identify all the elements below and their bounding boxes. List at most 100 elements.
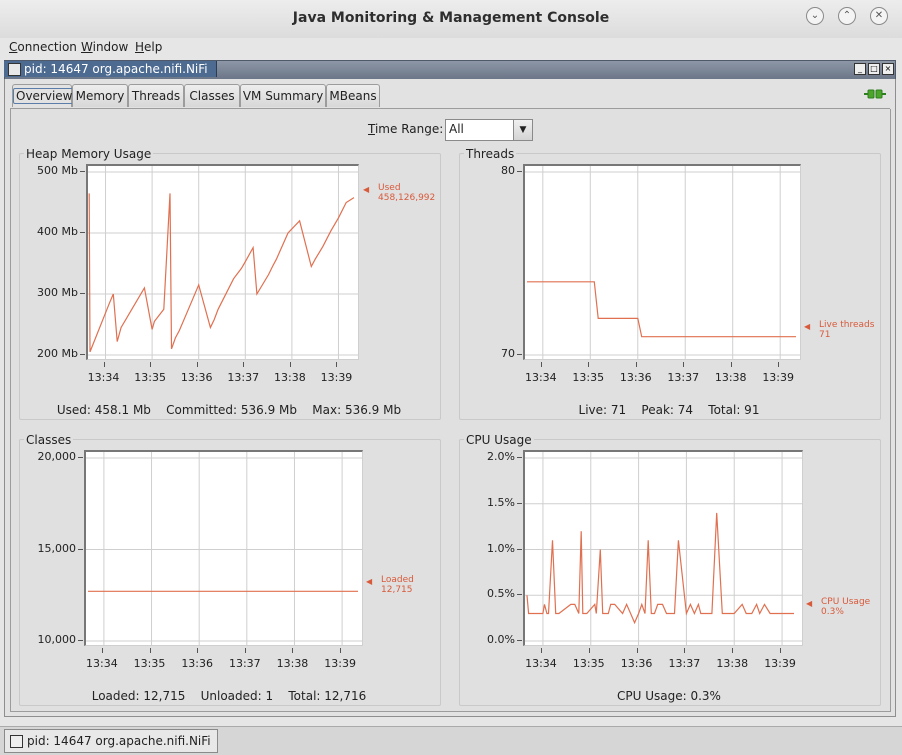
y-tick-label: 80: [501, 164, 515, 177]
classes-chart: [84, 450, 363, 646]
menu-bar: Connection Window Help: [0, 38, 902, 58]
x-tick-label: 13:36: [620, 657, 653, 670]
tab-overview[interactable]: Overview: [12, 84, 76, 107]
classes-summary: Loaded: 12,715 Unloaded: 1 Total: 12,716: [91, 689, 367, 703]
y-tick-label: 1.5%: [487, 495, 515, 509]
x-tick-label: 13:34: [86, 657, 118, 670]
iconify-icon[interactable]: _: [854, 63, 866, 75]
classes-loaded-annotation: ◀ Loaded 12,715: [366, 575, 414, 595]
threads-live-annotation: ◀ Live threads 71: [804, 320, 875, 340]
x-tick-label: 13:38: [714, 371, 747, 384]
cpu-usage-chart: [523, 450, 803, 646]
tab-mbeans[interactable]: MBeans: [326, 84, 380, 107]
heap-used-annotation: ◀ Used 458,126,992: [363, 183, 436, 203]
taskbar-window-label: pid: 14647 org.apache.nifi.NiFi: [27, 734, 211, 748]
x-tick-mark: [150, 362, 152, 367]
x-tick-label: 13:38: [274, 371, 306, 384]
x-tick-mark: [732, 648, 734, 653]
y-tick-mark: [517, 354, 522, 355]
y-tick-mark: [78, 457, 83, 458]
x-tick-label: 13:36: [181, 657, 214, 670]
x-tick-label: 13:37: [668, 657, 701, 670]
x-tick-mark: [635, 362, 637, 367]
y-tick-mark: [517, 502, 522, 504]
y-tick-mark: [517, 548, 522, 550]
restore-icon[interactable]: □: [868, 63, 880, 75]
taskbar-window-item[interactable]: pid: 14647 org.apache.nifi.NiFi: [4, 729, 218, 753]
tab-threads[interactable]: Threads: [128, 84, 184, 107]
minimize-icon[interactable]: ⌄: [806, 7, 824, 25]
threads-chart: [523, 164, 801, 360]
series-line-cpu-usage: [526, 512, 794, 625]
x-tick-label: 13:39: [762, 371, 795, 384]
time-range-label: Time Range:: [368, 122, 444, 136]
tab-memory[interactable]: Memory: [72, 84, 128, 107]
y-tick-mark: [78, 548, 83, 550]
y-tick-label: 0.0%: [487, 633, 515, 646]
x-tick-label: 13:39: [764, 657, 796, 670]
x-tick-label: 13:37: [227, 371, 260, 384]
internal-frame-title[interactable]: pid: 14647 org.apache.nifi.NiFi: [4, 61, 217, 77]
x-tick-mark: [588, 648, 590, 653]
chevron-down-icon[interactable]: ▼: [513, 120, 532, 140]
time-range-select[interactable]: All ▼: [445, 119, 533, 141]
y-tick-label: 400 Mb: [37, 225, 78, 238]
heap-memory-summary: Used: 458.1 Mb Committed: 536.9 Mb Max: …: [56, 403, 402, 417]
time-range-value: All: [449, 122, 464, 136]
x-tick-mark: [103, 362, 105, 367]
y-tick-label: 1.0%: [487, 541, 515, 555]
menu-help[interactable]: Help: [135, 40, 162, 54]
x-tick-mark: [730, 362, 732, 367]
x-tick-label: 13:38: [716, 657, 749, 670]
x-tick-mark: [244, 648, 246, 653]
java-app-icon: [8, 63, 21, 76]
x-tick-mark: [336, 362, 338, 367]
x-tick-label: 13:39: [320, 371, 353, 384]
window-titlebar: Java Monitoring & Management Console ⌄ ⌃…: [0, 0, 902, 39]
taskbar: pid: 14647 org.apache.nifi.NiFi: [0, 726, 902, 755]
pointer-arrow-icon: ◀: [366, 577, 373, 586]
maximize-icon[interactable]: ⌃: [838, 7, 856, 25]
x-tick-mark: [684, 648, 686, 653]
y-tick-label: 20,000: [37, 450, 77, 463]
x-tick-mark: [197, 648, 199, 653]
connected-plug-icon: [864, 89, 886, 99]
tab-classes[interactable]: Classes: [184, 84, 240, 107]
x-tick-mark: [540, 648, 542, 653]
menu-connection[interactable]: Connection: [9, 40, 77, 54]
x-tick-label: 13:37: [228, 657, 261, 670]
cpu-usage-annotation: ◀ CPU Usage 0.3%: [806, 597, 871, 617]
y-tick-mark: [517, 171, 522, 172]
close-icon[interactable]: ✕: [870, 7, 888, 25]
x-tick-label: 13:36: [619, 371, 652, 384]
y-tick-mark: [80, 232, 85, 233]
close-frame-icon[interactable]: ×: [882, 63, 894, 75]
x-tick-label: 13:36: [180, 371, 213, 384]
y-tick-label: 70: [501, 347, 515, 360]
x-tick-label: 13:34: [524, 371, 557, 384]
y-tick-label: 10,000: [37, 633, 77, 646]
pointer-arrow-icon: ◀: [363, 185, 370, 194]
pointer-arrow-icon: ◀: [806, 599, 813, 608]
x-tick-label: 13:34: [525, 657, 557, 670]
y-tick-label: 2.0%: [487, 450, 515, 463]
x-tick-label: 13:38: [276, 657, 309, 670]
x-tick-mark: [289, 362, 291, 367]
y-tick-mark: [517, 594, 522, 596]
y-tick-mark: [517, 640, 522, 641]
y-tick-label: 300 Mb: [37, 286, 78, 299]
java-app-icon: [10, 735, 23, 748]
tab-vm-summary[interactable]: VM Summary: [240, 84, 326, 107]
cpu-usage-title: CPU Usage: [464, 433, 534, 447]
heap-memory-title: Heap Memory Usage: [24, 147, 154, 161]
y-tick-label: 200 Mb: [37, 347, 78, 360]
window-title: Java Monitoring & Management Console: [292, 10, 610, 26]
x-tick-mark: [636, 648, 638, 653]
threads-title: Threads: [464, 147, 517, 161]
x-tick-label: 13:35: [133, 657, 166, 670]
x-tick-mark: [780, 648, 782, 653]
x-tick-mark: [101, 648, 103, 653]
x-tick-label: 13:35: [572, 371, 605, 384]
menu-window[interactable]: Window: [81, 40, 128, 54]
x-tick-mark: [292, 648, 294, 653]
